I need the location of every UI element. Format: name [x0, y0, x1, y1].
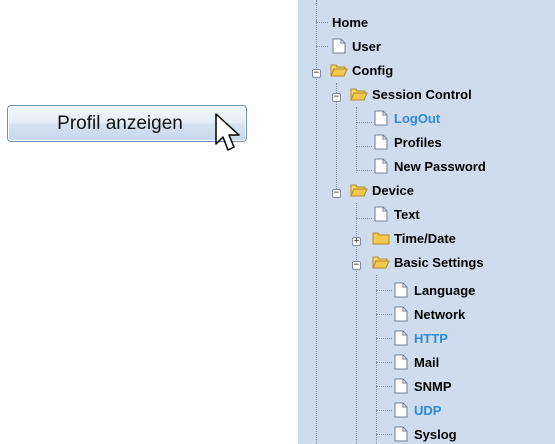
tree-item-label: New Password: [394, 158, 486, 174]
folder-open-icon: [372, 256, 390, 269]
tree-item-label: Text: [394, 206, 420, 222]
tree-item-session-control[interactable]: Session Control: [350, 84, 472, 104]
folder-closed-icon: [372, 232, 390, 245]
tree-item-time-date[interactable]: Time/Date: [372, 228, 456, 248]
tree-item-profiles[interactable]: Profiles: [372, 132, 442, 152]
tree-item-new-password[interactable]: New Password: [372, 156, 486, 176]
tree-item-http[interactable]: HTTP: [392, 328, 448, 348]
tree-item-label: Syslog: [414, 426, 457, 442]
tree-item-label: Session Control: [372, 86, 472, 102]
tree-item-user[interactable]: User: [330, 36, 381, 56]
tree-item-network[interactable]: Network: [392, 304, 465, 324]
tree-item-logout[interactable]: LogOut: [372, 108, 440, 128]
tree-item-label: UDP: [414, 402, 442, 418]
document-icon: [394, 378, 408, 394]
tree-item-label: SNMP: [414, 378, 452, 394]
document-icon: [394, 354, 408, 370]
document-icon: [374, 206, 388, 222]
tree-item-label: Language: [414, 282, 476, 298]
tree-item-label: Mail: [414, 354, 440, 370]
tree-item-label: Home: [332, 14, 369, 30]
tree-item-label: Basic Settings: [394, 254, 484, 270]
tree-item-mail[interactable]: Mail: [392, 352, 439, 372]
tree-item-config[interactable]: Config: [330, 60, 393, 80]
document-icon: [374, 110, 388, 126]
tree-item-label: Network: [414, 306, 466, 322]
document-icon: [394, 282, 408, 298]
tree-item-udp[interactable]: UDP: [392, 400, 441, 420]
collapse-icon[interactable]: −: [352, 261, 361, 270]
tree-item-text[interactable]: Text: [372, 204, 420, 224]
tree-item-label: Profiles: [394, 134, 442, 150]
collapse-icon[interactable]: −: [312, 69, 321, 78]
tree-item-snmp[interactable]: SNMP: [392, 376, 452, 396]
expand-icon[interactable]: +: [352, 237, 361, 246]
folder-open-icon: [350, 184, 368, 197]
document-icon: [394, 330, 408, 346]
show-profile-button-label: Profil anzeigen: [57, 112, 183, 134]
document-icon: [394, 306, 408, 322]
tree-item-label: User: [352, 38, 381, 54]
tree-item-label: Config: [352, 62, 394, 78]
mouse-pointer-icon: [215, 113, 240, 151]
document-icon: [394, 402, 408, 418]
folder-open-icon: [350, 88, 368, 101]
tree-item-label: Device: [372, 182, 414, 198]
folder-open-icon: [330, 64, 348, 77]
tree-item-syslog[interactable]: Syslog: [392, 424, 457, 444]
navigation-tree: − − − + − Home User Config Session Contr…: [298, 0, 555, 444]
tree-item-language[interactable]: Language: [392, 280, 475, 300]
tree-item-label: HTTP: [414, 330, 448, 346]
collapse-icon[interactable]: −: [332, 189, 341, 198]
tree-item-basic-settings[interactable]: Basic Settings: [372, 252, 484, 272]
collapse-icon[interactable]: −: [332, 93, 341, 102]
tree-item-device[interactable]: Device: [350, 180, 414, 200]
document-icon: [332, 38, 346, 54]
tree-item-label: Time/Date: [394, 230, 456, 246]
document-icon: [394, 426, 408, 442]
document-icon: [374, 134, 388, 150]
show-profile-button[interactable]: Profil anzeigen: [7, 105, 247, 142]
document-icon: [374, 158, 388, 174]
tree-item-home[interactable]: Home: [332, 12, 368, 32]
tree-item-label: LogOut: [394, 110, 441, 126]
